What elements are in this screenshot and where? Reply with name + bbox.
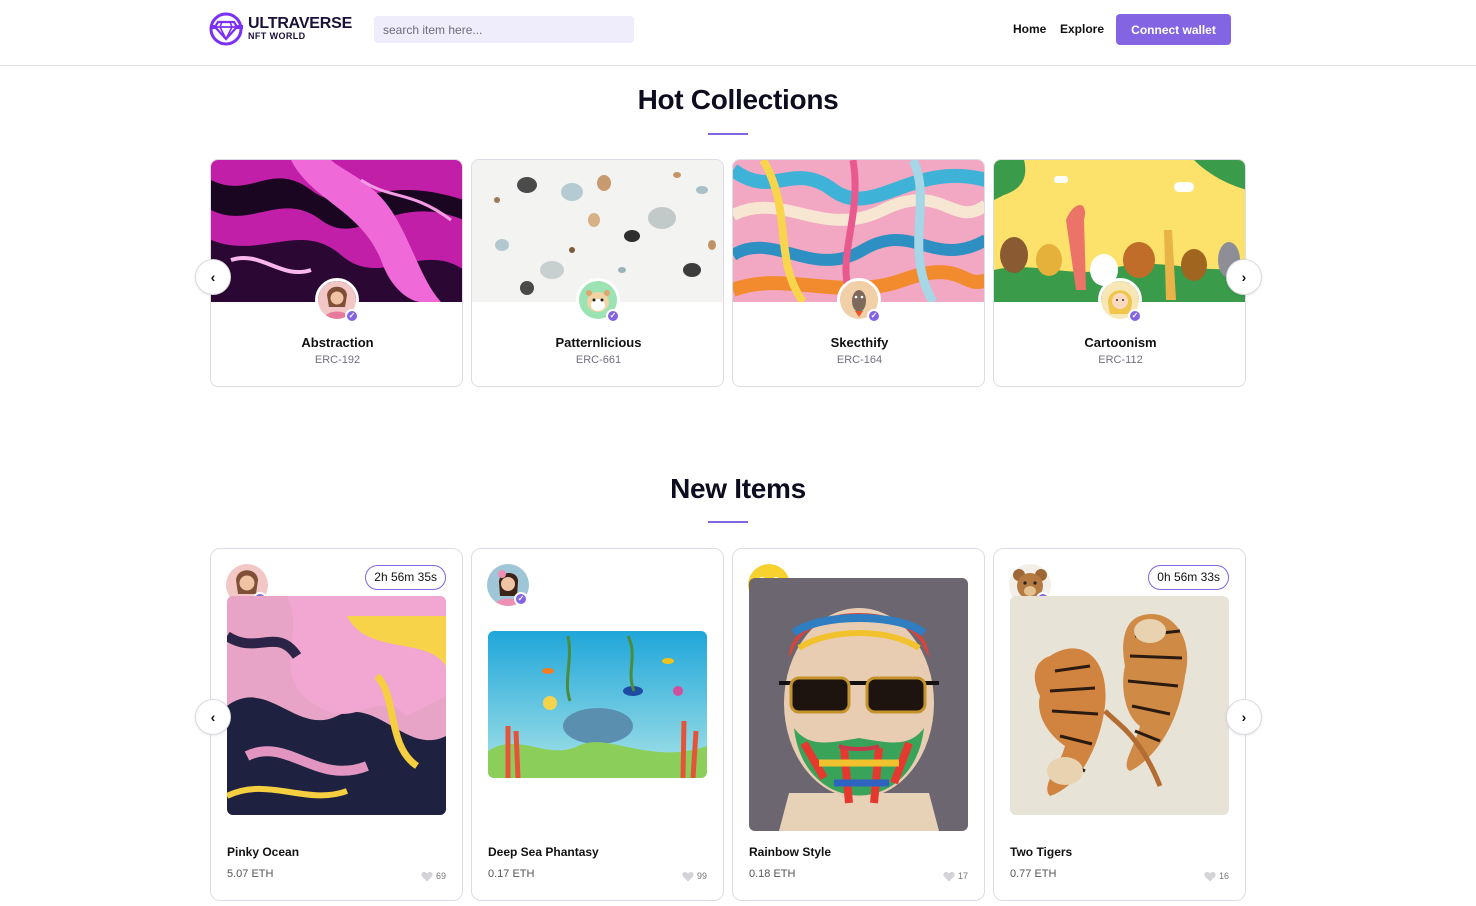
collections-next-arrow[interactable]: ›: [1226, 259, 1262, 295]
nft-image[interactable]: [1010, 596, 1229, 815]
logo[interactable]: ULTRAVERSE NFT WORLD: [209, 12, 359, 46]
nft-image[interactable]: [488, 631, 707, 778]
verified-icon: ✓: [867, 309, 881, 323]
likes-count[interactable]: 16: [1204, 871, 1229, 882]
item-card[interactable]: ✓ 2h 56m 35s Pinky Ocean 5.07 ETH 69: [210, 548, 463, 901]
item-card[interactable]: ✓ 0h 56m 33s Two Tigers 0.77 ETH 16: [993, 548, 1246, 901]
search-input[interactable]: [374, 16, 634, 43]
collection-name[interactable]: Abstraction: [211, 335, 462, 350]
likes-count[interactable]: 99: [682, 871, 707, 882]
item-name[interactable]: Pinky Ocean: [227, 845, 299, 859]
item-name[interactable]: Deep Sea Phantasy: [488, 845, 599, 859]
countdown-badge: 2h 56m 35s: [365, 565, 446, 590]
item-price: 0.18 ETH: [749, 868, 796, 880]
item-name[interactable]: Two Tigers: [1010, 845, 1072, 859]
heart-icon: [943, 872, 955, 882]
connect-wallet-button[interactable]: Connect wallet: [1116, 14, 1231, 45]
collection-code: ERC-192: [314, 354, 361, 366]
nft-image[interactable]: [227, 596, 446, 815]
likes-count[interactable]: 69: [421, 871, 446, 882]
top-navbar: ULTRAVERSE NFT WORLD Home Explore Connec…: [0, 0, 1476, 66]
heart-icon: [1204, 872, 1216, 882]
nav-home-link[interactable]: Home: [1013, 22, 1046, 36]
collection-name[interactable]: Skecthify: [733, 335, 984, 350]
heart-icon: [421, 872, 433, 882]
collection-name[interactable]: Patternlicious: [472, 335, 723, 350]
likes-value: 17: [957, 871, 968, 881]
item-card[interactable]: ✓ Rainbow Style 0.18 ETH 17: [732, 548, 985, 901]
collection-code: ERC-661: [575, 354, 622, 366]
collections-prev-arrow[interactable]: ‹: [195, 259, 231, 295]
verified-icon: ✓: [1128, 309, 1142, 323]
likes-value: 16: [1218, 871, 1229, 881]
hot-collections-underline: [708, 133, 748, 135]
collection-code: ERC-164: [836, 354, 883, 366]
item-price: 5.07 ETH: [227, 868, 274, 880]
collection-card[interactable]: ✓ Abstraction ERC-192: [210, 159, 463, 387]
logo-title: ULTRAVERSE: [248, 15, 353, 32]
collection-code: ERC-112: [1098, 354, 1143, 366]
new-items-title: New Items: [670, 473, 806, 504]
logo-subtitle: NFT WORLD: [248, 31, 306, 41]
item-name[interactable]: Rainbow Style: [749, 845, 831, 859]
collection-card[interactable]: ✓ Cartoonism ERC-112: [993, 159, 1246, 387]
verified-icon: ✓: [514, 592, 528, 606]
nav-explore-link[interactable]: Explore: [1060, 22, 1104, 36]
heart-icon: [682, 872, 694, 882]
nft-image[interactable]: [749, 578, 968, 831]
verified-icon: ✓: [606, 309, 620, 323]
logo-icon: [209, 12, 243, 46]
countdown-badge: 0h 56m 33s: [1148, 565, 1229, 590]
likes-value: 99: [696, 871, 707, 881]
verified-icon: ✓: [345, 309, 359, 323]
collection-card[interactable]: ✓ Skecthify ERC-164: [732, 159, 985, 387]
likes-count[interactable]: 17: [943, 871, 968, 882]
items-next-arrow[interactable]: ›: [1226, 699, 1262, 735]
item-price: 0.17 ETH: [488, 868, 535, 880]
item-card[interactable]: ✓ Deep Sea Phantasy 0.17 ETH 99: [471, 548, 724, 901]
collection-name[interactable]: Cartoonism: [994, 335, 1245, 350]
item-price: 0.77 ETH: [1010, 868, 1057, 880]
items-prev-arrow[interactable]: ‹: [195, 699, 231, 735]
collection-card[interactable]: ✓ Patternlicious ERC-661: [471, 159, 724, 387]
hot-collections-title: Hot Collections: [637, 84, 839, 115]
likes-value: 69: [435, 871, 446, 881]
new-items-underline: [708, 521, 748, 523]
